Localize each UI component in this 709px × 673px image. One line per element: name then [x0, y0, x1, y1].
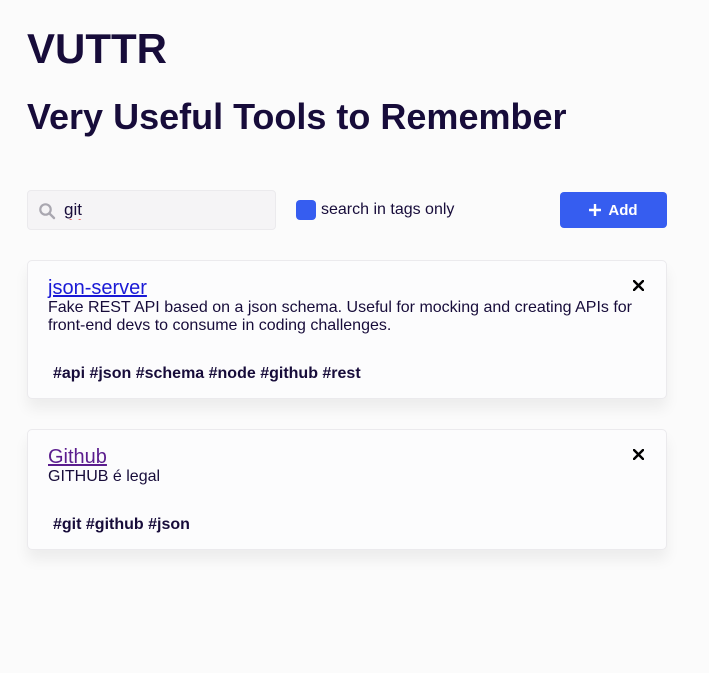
tool-card: Github GITHUB é legal #git #github #json	[27, 429, 667, 550]
close-icon[interactable]	[633, 449, 644, 460]
add-tool-button[interactable]: Add	[560, 192, 667, 228]
tool-title-link[interactable]: json-server	[48, 276, 147, 300]
tool-tags: #api #json #schema #node #github #rest	[53, 365, 361, 382]
tool-description: GITHUB é legal	[48, 468, 161, 485]
search-box[interactable]	[27, 190, 276, 230]
search-in-tags-toggle[interactable]: search in tags only	[296, 199, 454, 221]
search-input[interactable]	[62, 191, 264, 229]
app-title: VUTTR	[27, 25, 167, 72]
tool-description: Fake REST API based on a json schema. Us…	[48, 299, 632, 334]
tags-only-checkbox[interactable]	[296, 200, 316, 220]
toolbar: search in tags only Add	[27, 190, 667, 230]
tool-card: json-server Fake REST API based on a jso…	[27, 260, 667, 399]
tool-title-link[interactable]: Github	[48, 445, 107, 469]
plus-icon	[589, 204, 602, 216]
tags-only-label: search in tags only	[321, 201, 455, 218]
close-icon[interactable]	[633, 280, 644, 291]
tool-tags: #git #github #json	[53, 516, 190, 533]
page-subtitle: Very Useful Tools to Remember	[27, 96, 567, 137]
search-icon	[39, 203, 56, 220]
add-button-label: Add	[608, 201, 638, 219]
